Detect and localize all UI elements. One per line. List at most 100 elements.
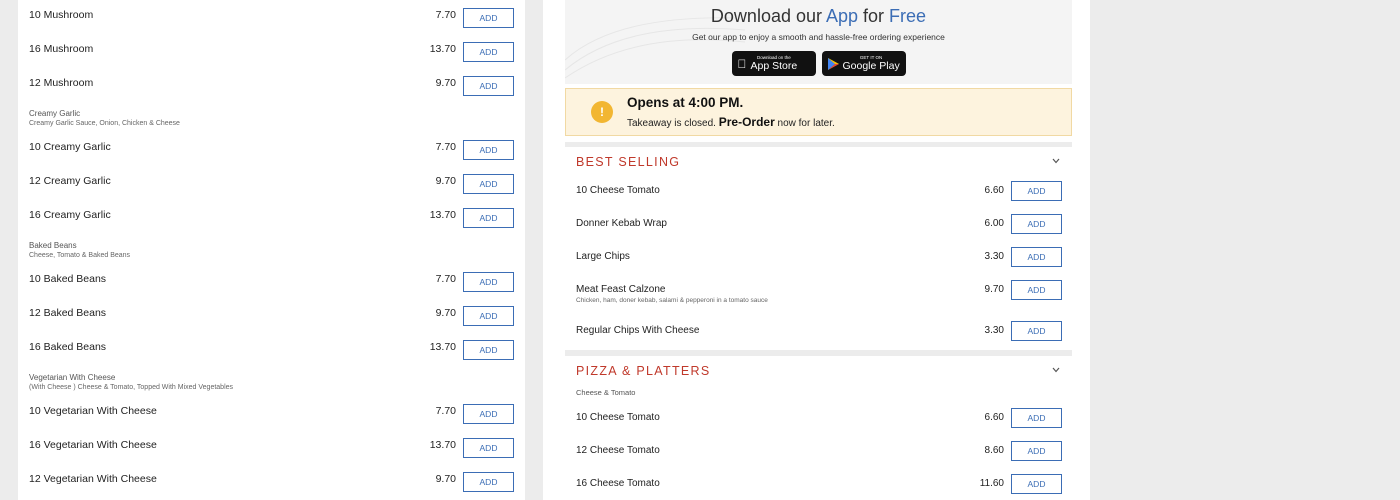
add-button[interactable]: ADD xyxy=(463,208,514,228)
item-price: 3.30 xyxy=(984,325,1004,336)
item-price: 13.70 xyxy=(429,439,456,451)
item-name: Donner Kebab Wrap xyxy=(576,218,667,229)
add-button[interactable]: ADD xyxy=(463,404,514,424)
add-button[interactable]: ADD xyxy=(463,42,514,62)
item-name: 12 Vegetarian With Cheese xyxy=(29,473,157,485)
item-name: 10 Cheese Tomato xyxy=(576,412,660,423)
menu-item-row: 16 Baked Beans 13.70 ADD xyxy=(18,332,525,366)
subgroup-label: Cheese & Tomato xyxy=(576,388,636,397)
chevron-down-icon[interactable] xyxy=(1052,157,1060,165)
item-price: 11.60 xyxy=(979,478,1004,489)
promo-title-mid: for xyxy=(858,6,890,26)
item-name: 16 Mushroom xyxy=(29,43,94,55)
subgroup-title: Cheese & Tomato xyxy=(565,386,1072,404)
promo-subtitle: Get our app to enjoy a smooth and hassle… xyxy=(692,32,945,42)
item-price: 9.70 xyxy=(435,77,456,89)
item-name: 12 Mushroom xyxy=(29,77,94,89)
item-price: 7.70 xyxy=(435,273,456,285)
item-name: Regular Chips With Cheese xyxy=(576,325,700,336)
add-button[interactable]: ADD xyxy=(1011,247,1062,267)
menu-item-row: 10 Creamy Garlic 7.70 ADD xyxy=(18,132,525,166)
item-name: 16 Creamy Garlic xyxy=(29,209,111,221)
group-title: Vegetarian With Cheese xyxy=(29,373,116,382)
chevron-down-icon[interactable] xyxy=(1052,366,1060,374)
item-name: 16 Baked Beans xyxy=(29,341,107,353)
promo-title: Download our App for Free xyxy=(565,6,1072,27)
pizza-platters-section: PIZZA & PLATTERS Cheese & Tomato 10 Chee… xyxy=(565,356,1072,500)
item-name: 12 Creamy Garlic xyxy=(29,175,111,187)
menu-item-row: Regular Chips With Cheese 3.30 ADD xyxy=(565,317,1072,350)
item-price: 3.30 xyxy=(984,251,1004,262)
apple-icon:  xyxy=(738,58,747,70)
google-play-button[interactable]: GET IT ON Google Play xyxy=(821,51,906,76)
menu-item-row: 16 Vegetarian With Cheese 13.70 ADD xyxy=(18,430,525,464)
menu-item-row: 12 Vegetarian With Cheese 9.70 ADD xyxy=(18,464,525,498)
menu-item-row: Donner Kebab Wrap 6.00 ADD xyxy=(565,210,1072,243)
item-price: 8.60 xyxy=(984,445,1004,456)
promo-title-app: App xyxy=(826,6,859,26)
pizza-platters-header[interactable]: PIZZA & PLATTERS xyxy=(565,356,1072,386)
add-button[interactable]: ADD xyxy=(463,472,514,492)
section-title: BEST SELLING xyxy=(576,155,681,169)
app-promo-banner: Download our App for Free Get our app to… xyxy=(565,0,1072,84)
item-name: 10 Mushroom xyxy=(29,9,94,21)
item-description: Chicken, ham, doner kebab, salami & pepp… xyxy=(576,297,768,304)
item-name: Meat Feast Calzone xyxy=(576,284,666,295)
item-name: 10 Baked Beans xyxy=(29,273,107,285)
item-price: 9.70 xyxy=(435,307,456,319)
item-name: 12 Baked Beans xyxy=(29,307,107,319)
add-button[interactable]: ADD xyxy=(1011,214,1062,234)
opening-notice: ! Opens at 4:00 PM. Takeaway is closed. … xyxy=(565,88,1072,136)
item-price: 13.70 xyxy=(429,341,456,353)
google-play-icon xyxy=(827,57,839,70)
item-price: 13.70 xyxy=(429,43,456,55)
group-description: Cheese, Tomato & Baked Beans xyxy=(29,252,131,259)
add-button[interactable]: ADD xyxy=(1011,321,1062,341)
app-store-label: App Store xyxy=(741,59,798,72)
item-price: 6.00 xyxy=(984,218,1004,229)
notice-sub-post: now for later. xyxy=(774,118,835,129)
add-button[interactable]: ADD xyxy=(463,306,514,326)
add-button[interactable]: ADD xyxy=(463,174,514,194)
add-button[interactable]: ADD xyxy=(463,8,514,28)
promo-title-free: Free xyxy=(889,6,927,26)
menu-item-row: 10 Vegetarian With Cheese 7.70 ADD xyxy=(18,396,525,430)
menu-item-row: Large Chips 3.30 ADD xyxy=(565,243,1072,276)
notice-subtitle: Takeaway is closed. Pre-Order now for la… xyxy=(627,115,835,129)
item-name: 16 Cheese Tomato xyxy=(576,478,660,489)
menu-item-row: 10 Cheese Tomato 6.60 ADD xyxy=(565,404,1072,437)
best-selling-header[interactable]: BEST SELLING xyxy=(565,147,1072,177)
item-price: 6.60 xyxy=(984,185,1004,196)
item-price: 9.70 xyxy=(984,284,1004,295)
menu-item-row: 16 Mushroom 13.70 ADD xyxy=(18,34,525,68)
add-button[interactable]: ADD xyxy=(1011,441,1062,461)
group-title: Baked Beans xyxy=(29,241,77,250)
menu-group-header: Creamy Garlic Creamy Garlic Sauce, Onion,… xyxy=(18,102,525,132)
pre-order-link[interactable]: Pre-Order xyxy=(719,115,775,129)
add-button[interactable]: ADD xyxy=(1011,408,1062,428)
info-icon: ! xyxy=(591,101,613,123)
notice-title: Opens at 4:00 PM. xyxy=(627,95,744,110)
add-button[interactable]: ADD xyxy=(463,340,514,360)
promo-title-pre: Download our xyxy=(710,6,826,26)
section-title: PIZZA & PLATTERS xyxy=(576,364,711,378)
group-description: (With Cheese ) Cheese & Tomato, Topped W… xyxy=(29,384,234,391)
menu-item-row: 10 Baked Beans 7.70 ADD xyxy=(18,264,525,298)
google-play-label: Google Play xyxy=(842,59,900,72)
add-button[interactable]: ADD xyxy=(1011,280,1062,300)
item-name: 12 Cheese Tomato xyxy=(576,445,660,456)
menu-item-row: Meat Feast Calzone Chicken, ham, doner ke… xyxy=(565,276,1072,317)
add-button[interactable]: ADD xyxy=(1011,474,1062,494)
add-button[interactable]: ADD xyxy=(463,76,514,96)
right-column: Download our App for Free Get our app to… xyxy=(543,0,1090,500)
menu-item-row: 12 Baked Beans 9.70 ADD xyxy=(18,298,525,332)
add-button[interactable]: ADD xyxy=(463,438,514,458)
add-button[interactable]: ADD xyxy=(463,272,514,292)
app-store-button[interactable]:  Download on the App Store xyxy=(731,51,816,76)
add-button[interactable]: ADD xyxy=(1011,181,1062,201)
item-name: 10 Creamy Garlic xyxy=(29,141,111,153)
group-description: Creamy Garlic Sauce, Onion, Chicken & Ch… xyxy=(29,120,180,127)
menu-item-row: 12 Cheese Tomato 8.60 ADD xyxy=(565,437,1072,470)
item-price: 7.70 xyxy=(435,9,456,21)
add-button[interactable]: ADD xyxy=(463,140,514,160)
